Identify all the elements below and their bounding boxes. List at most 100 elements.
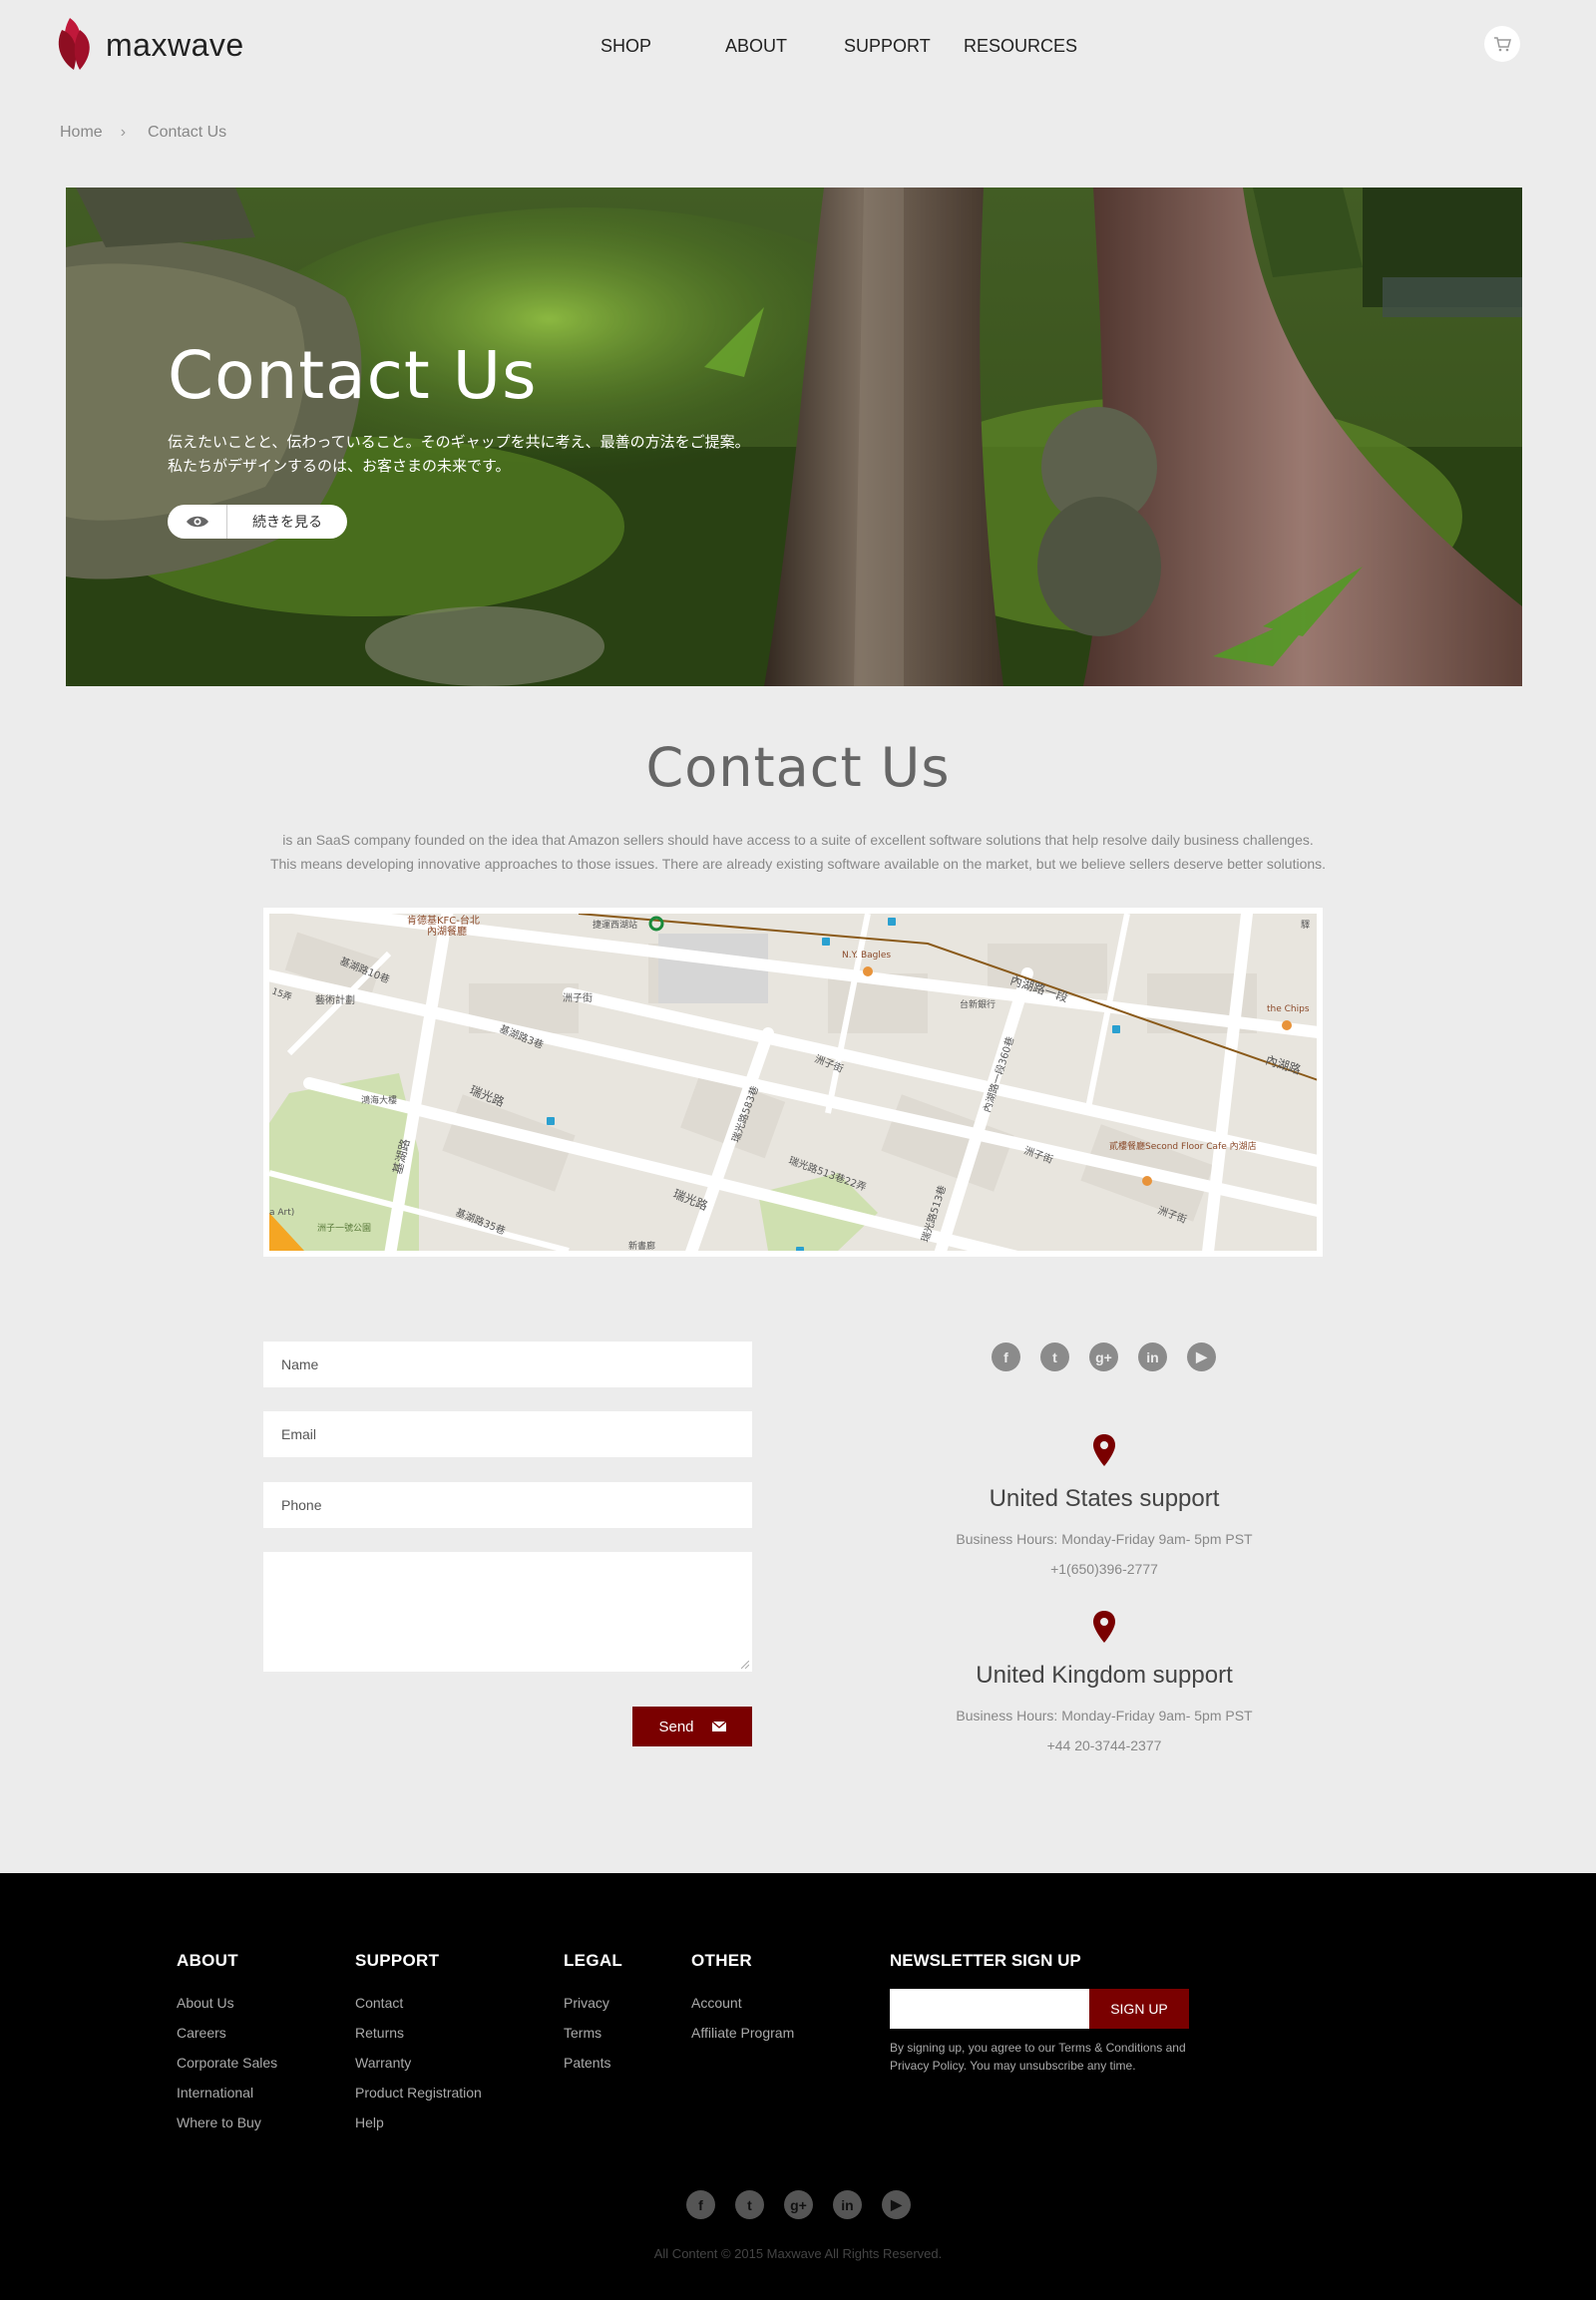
breadcrumb-separator: › (120, 124, 127, 141)
footer-link-international[interactable]: International (177, 2085, 277, 2102)
section-desc-line-2: This means developing innovative approac… (269, 856, 1327, 872)
section-description: is an SaaS company founded on the idea t… (0, 828, 1596, 876)
message-textarea[interactable] (263, 1552, 752, 1672)
footer-link-affiliate-program[interactable]: Affiliate Program (691, 2025, 794, 2042)
map-label-zhouzi-1: 洲子街 (563, 991, 593, 1004)
hero-title: Contact Us (168, 337, 538, 414)
map-label-kfc: 肯德基KFC-台北 (407, 914, 480, 927)
signup-button[interactable]: SIGN UP (1089, 1989, 1189, 2029)
newsletter-form: SIGN UP (890, 1989, 1189, 2029)
send-button[interactable]: Send (632, 1707, 752, 1746)
linkedin-icon[interactable]: in (833, 2190, 862, 2219)
phone-placeholder: Phone (281, 1497, 322, 1513)
email-field[interactable]: Email (263, 1411, 752, 1457)
newsletter-email-input[interactable] (890, 1989, 1089, 2029)
newsletter-note: By signing up, you agree to our Terms & … (890, 2041, 1186, 2073)
google-plus-icon[interactable]: g+ (1089, 1342, 1118, 1371)
uk-support: United Kingdom support Business Hours: M… (898, 1611, 1311, 1753)
copyright: All Content © 2015 Maxwave All Rights Re… (653, 2246, 943, 2261)
footer-link-account[interactable]: Account (691, 1995, 794, 2012)
map-label-art: 藝術計劃 (315, 993, 355, 1006)
newsletter-signup: NEWSLETTER SIGN UP SIGN UP By signing up… (890, 1951, 1189, 2075)
hero-description: 伝えたいことと、伝わっていること。そのギャップを共に考え、最善の方法をご提案。 … (168, 434, 750, 475)
eye-icon (168, 505, 227, 539)
uk-support-hours: Business Hours: Monday-Friday 9am- 5pm P… (956, 1708, 1253, 1724)
google-plus-icon[interactable]: g+ (784, 2190, 813, 2219)
youtube-icon[interactable]: ▶ (1187, 1342, 1216, 1371)
location-pin-icon (1093, 1434, 1115, 1466)
nav-support[interactable]: SUPPORT (844, 36, 931, 57)
footer-about-title: ABOUT (177, 1951, 238, 1970)
map-label-station: 捷運西湖站 (593, 919, 637, 931)
footer-link-about-us[interactable]: About Us (177, 1995, 277, 2012)
location-map[interactable]: 肯德基KFC-台北 內湖餐廳 捷運西湖站 基湖路10巷 藝術計劃 洲子街 N.Y… (263, 908, 1323, 1257)
main-nav: SHOP ABOUT SUPPORT RESOURCES (0, 36, 1596, 60)
section-title: Contact Us (645, 736, 951, 799)
footer-link-privacy[interactable]: Privacy (564, 1995, 622, 2012)
hero-banner: Contact Us 伝えたいことと、伝わっていること。そのギャップを共に考え、… (66, 188, 1522, 686)
map-label-foxconn: 鴻海大樓 (361, 1094, 397, 1106)
linkedin-icon[interactable]: in (1138, 1342, 1167, 1371)
footer-link-corporate-sales[interactable]: Corporate Sales (177, 2055, 277, 2072)
send-label: Send (658, 1718, 694, 1735)
us-support-hours: Business Hours: Monday-Friday 9am- 5pm P… (956, 1531, 1253, 1547)
us-support-phone[interactable]: +1(650)396-2777 (898, 1561, 1311, 1577)
footer-link-warranty[interactable]: Warranty (355, 2055, 482, 2072)
footer-support-title: SUPPORT (355, 1951, 440, 1970)
map-label-bagles: N.Y. Bagles (842, 951, 891, 960)
map-label-park: 洲子一號公園 (317, 1222, 371, 1234)
footer-about: ABOUT About Us Careers Corporate Sales I… (177, 1951, 277, 2144)
map-canvas[interactable]: 肯德基KFC-台北 內湖餐廳 捷運西湖站 基湖路10巷 藝術計劃 洲子街 N.Y… (269, 914, 1317, 1251)
footer-link-where-to-buy[interactable]: Where to Buy (177, 2114, 277, 2131)
section-desc-line-1: is an SaaS company founded on the idea t… (282, 832, 1314, 848)
uk-support-title: United Kingdom support (976, 1662, 1233, 1689)
footer-link-terms[interactable]: Terms (564, 2025, 622, 2042)
youtube-icon[interactable]: ▶ (882, 2190, 911, 2219)
cart-icon (1494, 37, 1511, 52)
site-footer: ABOUT About Us Careers Corporate Sales I… (0, 1873, 1596, 2300)
read-more-button[interactable]: 続きを見る (168, 505, 347, 539)
footer-link-contact[interactable]: Contact (355, 1995, 482, 2012)
twitter-icon[interactable]: t (735, 2190, 764, 2219)
map-label-bookstore: 新書廊 (628, 1240, 655, 1251)
mail-icon (711, 1722, 726, 1731)
map-label-second-floor: 貳樓餐廳Second Floor Cafe 內湖店 (1109, 1140, 1257, 1152)
footer-link-careers[interactable]: Careers (177, 2025, 277, 2042)
us-support: United States support Business Hours: Mo… (898, 1434, 1311, 1577)
read-more-label: 続きを見る (252, 514, 322, 530)
nav-shop[interactable]: SHOP (600, 36, 651, 57)
footer-social-links: f t g+ in ▶ (686, 2190, 911, 2219)
breadcrumb-home[interactable]: Home (60, 124, 103, 142)
facebook-icon[interactable]: f (992, 1342, 1020, 1371)
phone-field[interactable]: Phone (263, 1482, 752, 1528)
footer-support: SUPPORT Contact Returns Warranty Product… (355, 1951, 482, 2144)
us-support-title: United States support (989, 1485, 1220, 1512)
resize-handle-icon[interactable] (741, 1661, 749, 1669)
map-label-restaurant: 內湖餐廳 (427, 925, 467, 938)
site-header: maxwave SHOP ABOUT SUPPORT RESOURCES (0, 0, 1596, 92)
map-label-chips: the Chips (1267, 1004, 1310, 1014)
footer-legal-title: LEGAL (564, 1951, 623, 1970)
email-placeholder: Email (281, 1426, 317, 1442)
footer-link-help[interactable]: Help (355, 2114, 482, 2131)
map-label-edge: 驛 (1301, 920, 1310, 931)
facebook-icon[interactable]: f (686, 2190, 715, 2219)
footer-other-title: OTHER (691, 1951, 752, 1970)
footer-legal: LEGAL Privacy Terms Patents (564, 1951, 622, 2085)
uk-support-phone[interactable]: +44 20-3744-2377 (898, 1737, 1311, 1753)
twitter-icon[interactable]: t (1040, 1342, 1069, 1371)
name-field[interactable]: Name (263, 1342, 752, 1387)
footer-other: OTHER Account Affiliate Program (691, 1951, 794, 2055)
breadcrumb: Home › Contact Us (60, 124, 226, 142)
footer-link-returns[interactable]: Returns (355, 2025, 482, 2042)
cart-button[interactable] (1484, 26, 1520, 62)
nav-resources[interactable]: RESOURCES (964, 36, 1077, 57)
map-label-bank: 台新銀行 (960, 998, 996, 1010)
social-links: f t g+ in ▶ (992, 1342, 1216, 1371)
name-placeholder: Name (281, 1356, 319, 1372)
footer-link-patents[interactable]: Patents (564, 2055, 622, 2072)
footer-link-product-registration[interactable]: Product Registration (355, 2085, 482, 2102)
nav-about[interactable]: ABOUT (725, 36, 787, 57)
breadcrumb-current: Contact Us (148, 124, 227, 141)
location-pin-icon (1093, 1611, 1115, 1643)
